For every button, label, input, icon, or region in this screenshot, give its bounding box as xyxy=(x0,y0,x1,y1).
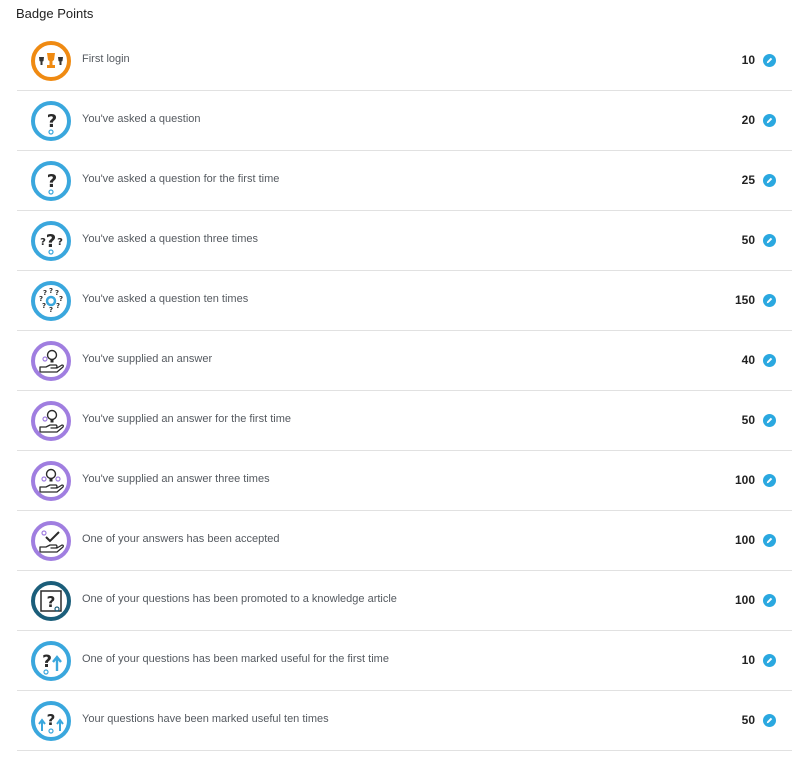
badge-points: 150 xyxy=(734,293,755,307)
badge-label: You've supplied an answer xyxy=(82,353,213,365)
badge-points: 10 xyxy=(741,53,755,67)
questions-icon: ??? xyxy=(31,221,71,261)
question-icon: ? xyxy=(31,101,71,141)
badge-label: Your questions have been marked useful t… xyxy=(82,713,329,725)
svg-text:?: ? xyxy=(42,302,46,310)
badge-points: 20 xyxy=(741,113,755,127)
badge-points: 40 xyxy=(741,353,755,367)
svg-text:?: ? xyxy=(43,289,47,297)
badge-label: One of your questions has been promoted … xyxy=(82,593,397,605)
badge-label: You've asked a question ten times xyxy=(82,293,249,305)
badge-points: 100 xyxy=(734,533,755,547)
badge-points: 25 xyxy=(741,173,755,187)
edit-icon[interactable] xyxy=(763,714,776,727)
badge-points: 50 xyxy=(741,713,755,727)
badge-row: ??? You've asked a question three times … xyxy=(17,211,792,271)
svg-text:?: ? xyxy=(47,711,56,729)
edit-icon[interactable] xyxy=(763,474,776,487)
svg-text:?: ? xyxy=(47,593,56,611)
question-ups-icon: ? xyxy=(31,701,71,741)
hand-check-icon xyxy=(31,521,71,561)
badge-row: ? You've asked a question for the first … xyxy=(17,151,792,211)
page-title: Badge Points xyxy=(16,6,94,21)
badge-points: 50 xyxy=(741,413,755,427)
edit-icon[interactable] xyxy=(763,294,776,307)
badge-row: ? One of your questions has been marked … xyxy=(17,631,792,691)
svg-text:?: ? xyxy=(49,306,53,314)
hand-bulb-icon xyxy=(31,401,71,441)
badge-row: You've supplied an answer three times 10… xyxy=(17,451,792,511)
article-question-icon: ? xyxy=(31,581,71,621)
badge-label: You've asked a question for the first ti… xyxy=(82,173,280,185)
edit-icon[interactable] xyxy=(763,114,776,127)
edit-icon[interactable] xyxy=(763,594,776,607)
badge-row: First login 10 xyxy=(17,31,792,91)
badge-row: One of your answers has been accepted 10… xyxy=(17,511,792,571)
badge-row: ? You've asked a question 20 xyxy=(17,91,792,151)
badge-list: First login 10 ? You've asked a question… xyxy=(17,31,792,751)
question-icon: ? xyxy=(31,161,71,201)
svg-text:?: ? xyxy=(47,171,57,192)
svg-text:?: ? xyxy=(46,231,56,252)
badge-row: ???????? You've asked a question ten tim… xyxy=(17,271,792,331)
hand-bulb-icon xyxy=(31,341,71,381)
badge-points: 100 xyxy=(734,473,755,487)
svg-text:?: ? xyxy=(56,302,60,310)
trophy-icon xyxy=(31,41,71,81)
edit-icon[interactable] xyxy=(763,414,776,427)
badge-row: You've supplied an answer for the first … xyxy=(17,391,792,451)
edit-icon[interactable] xyxy=(763,174,776,187)
badge-row: ? Your questions have been marked useful… xyxy=(17,691,792,751)
edit-icon[interactable] xyxy=(763,54,776,67)
hand-bulbs-icon xyxy=(31,461,71,501)
badge-row: You've supplied an answer 40 xyxy=(17,331,792,391)
question-up-icon: ? xyxy=(31,641,71,681)
badge-points: 50 xyxy=(741,233,755,247)
badge-label: One of your questions has been marked us… xyxy=(82,653,389,665)
edit-icon[interactable] xyxy=(763,654,776,667)
badge-label: First login xyxy=(82,53,130,65)
badge-label: You've supplied an answer for the first … xyxy=(82,413,291,425)
badge-label: One of your answers has been accepted xyxy=(82,533,280,545)
badge-row: ? One of your questions has been promote… xyxy=(17,571,792,631)
svg-text:?: ? xyxy=(57,237,63,248)
question-ring-icon: ???????? xyxy=(31,281,71,321)
badge-label: You've asked a question three times xyxy=(82,233,258,245)
edit-icon[interactable] xyxy=(763,234,776,247)
badge-label: You've asked a question xyxy=(82,113,201,125)
badge-points: 100 xyxy=(734,593,755,607)
svg-text:?: ? xyxy=(49,287,53,295)
svg-text:?: ? xyxy=(42,652,52,672)
badge-label: You've supplied an answer three times xyxy=(82,473,270,485)
badge-points: 10 xyxy=(741,653,755,667)
edit-icon[interactable] xyxy=(763,354,776,367)
svg-text:?: ? xyxy=(47,111,57,132)
edit-icon[interactable] xyxy=(763,534,776,547)
